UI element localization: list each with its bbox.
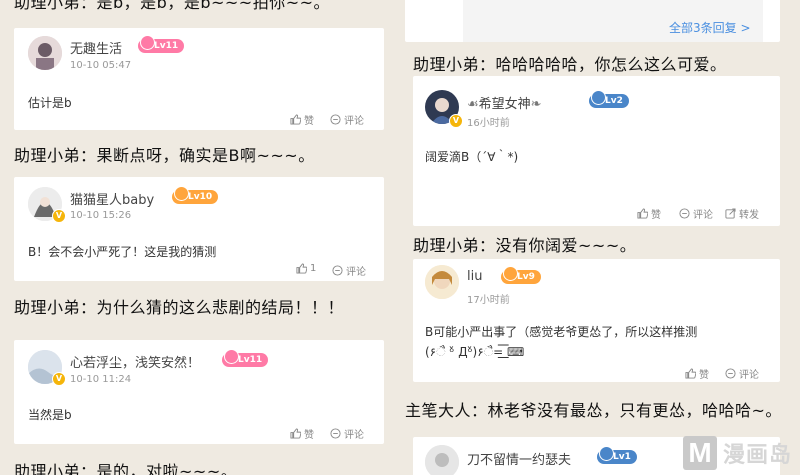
user-name[interactable]: ☙希望女神❧: [467, 93, 542, 112]
comment-card: 无趣生活 Lv11 10-10 05:47 估计是b 赞 评论: [14, 28, 384, 130]
comment-card: liu Lv9 17小时前 B可能小严出事了（感觉老爷更怂了，所以这样推测 (۶…: [413, 259, 780, 382]
comment-icon: [330, 114, 341, 125]
thumbs-up-icon: [685, 368, 696, 379]
thumbs-up-icon: [290, 428, 301, 439]
thumbs-up-icon: [637, 208, 648, 219]
level-badge: Lv10: [172, 186, 219, 204]
timestamp: 16小时前: [467, 118, 510, 129]
comment-text: 估计是b: [28, 96, 72, 110]
avatar[interactable]: [28, 36, 62, 70]
user-name[interactable]: liu: [467, 269, 482, 284]
comment-card: V 猫猫星人baby Lv10 10-10 15:26 B！会不会小严死了！这是…: [14, 177, 384, 281]
caption: 助理小弟：果断点呀，确实是B啊~~~。: [14, 146, 315, 165]
watermark: M 漫画岛: [682, 436, 792, 470]
caption: 助理小弟：是的，对啦~~~。: [14, 462, 238, 475]
watermark-text: 漫画岛: [722, 443, 792, 468]
comment-icon: [330, 428, 341, 439]
user-name[interactable]: 刀不留情一约瑟夫: [467, 449, 571, 468]
avatar[interactable]: [425, 265, 459, 299]
comment-button[interactable]: 评论: [725, 366, 759, 381]
user-name[interactable]: 无趣生活: [70, 38, 122, 57]
watermark-logo: M: [682, 436, 717, 470]
level-badge: Lv2: [589, 90, 629, 108]
ornament-icon: ❧: [530, 97, 542, 112]
all-replies-link[interactable]: 全部3条回复 >: [669, 19, 751, 36]
timestamp: 10-10 11:24: [70, 374, 132, 385]
verified-badge: V: [52, 209, 66, 223]
comment-icon: [725, 368, 736, 379]
comment-card: V ☙希望女神❧ Lv2 16小时前 阔爱滴B（´∀｀*) 赞 评论 转发: [413, 76, 780, 226]
like-button[interactable]: 赞: [290, 112, 314, 127]
verified-badge: V: [52, 372, 66, 386]
like-button[interactable]: 赞: [290, 426, 314, 441]
timestamp: 17小时前: [467, 295, 510, 306]
timestamp: 10-10 05:47: [70, 60, 132, 71]
comment-button[interactable]: 评论: [679, 206, 713, 221]
comment-icon: [679, 208, 690, 219]
level-badge: Lv1: [597, 446, 637, 464]
like-button[interactable]: 赞: [685, 366, 709, 381]
right-column: 全部3条回复 > 助理小弟：哈哈哈哈哈，你怎么这么可爱。 V ☙希望女神❧ Lv…: [405, 0, 800, 475]
level-badge: Lv9: [501, 266, 541, 284]
like-button[interactable]: 赞: [637, 206, 661, 221]
caption: 助理小弟：没有你阔爱~~~。: [413, 236, 637, 255]
comment-text: B！会不会小严死了！这是我的猜测: [28, 245, 217, 259]
comment-text: B可能小严出事了（感觉老爷更怂了，所以这样推测: [425, 325, 698, 339]
comment-button[interactable]: 评论: [330, 426, 364, 441]
ornament-icon: ☙: [467, 97, 479, 112]
timestamp: 10-10 15:26: [70, 210, 132, 221]
share-button[interactable]: 转发: [725, 206, 759, 221]
reply-card: 全部3条回复 >: [405, 0, 780, 42]
thumbs-up-icon: [296, 263, 307, 274]
caption: 主笔大人：林老爷没有最怂，只有更怂，哈哈哈~。: [405, 401, 782, 420]
verified-badge: V: [449, 114, 463, 128]
caption: 助理小弟：是b，是b，是b~~~拍你~~。: [14, 0, 331, 12]
comment-button[interactable]: 评论: [330, 112, 364, 127]
share-icon: [725, 208, 736, 219]
left-column: 助理小弟：是b，是b，是b~~~拍你~~。 无趣生活 Lv11 10-10 05…: [0, 0, 395, 475]
comment-card: V 心若浮尘，浅笑安然！ Lv11 10-10 11:24 当然是b 赞 评论: [14, 340, 384, 444]
comment-button[interactable]: 评论: [332, 263, 366, 278]
comment-text: 当然是b: [28, 408, 72, 422]
thumbs-up-icon: [290, 114, 301, 125]
user-name[interactable]: 心若浮尘，浅笑安然！: [70, 352, 200, 371]
like-button[interactable]: 1: [296, 263, 316, 274]
caption: 助理小弟：哈哈哈哈哈，你怎么这么可爱。: [413, 55, 727, 74]
avatar[interactable]: [425, 445, 459, 475]
level-badge: Lv11: [222, 349, 269, 367]
comment-icon: [332, 265, 343, 276]
comment-text-line2: (۶ૈ ᵒ̌ Дᵒ̌)۶ૈ=͟͟͞͞ ⌨: [425, 345, 525, 359]
level-badge: Lv11: [138, 35, 185, 53]
user-name[interactable]: 猫猫星人baby: [70, 189, 154, 208]
comment-text: 阔爱滴B（´∀｀*): [425, 150, 519, 164]
caption: 助理小弟：为什么猜的这么悲剧的结局！！！: [14, 298, 345, 317]
